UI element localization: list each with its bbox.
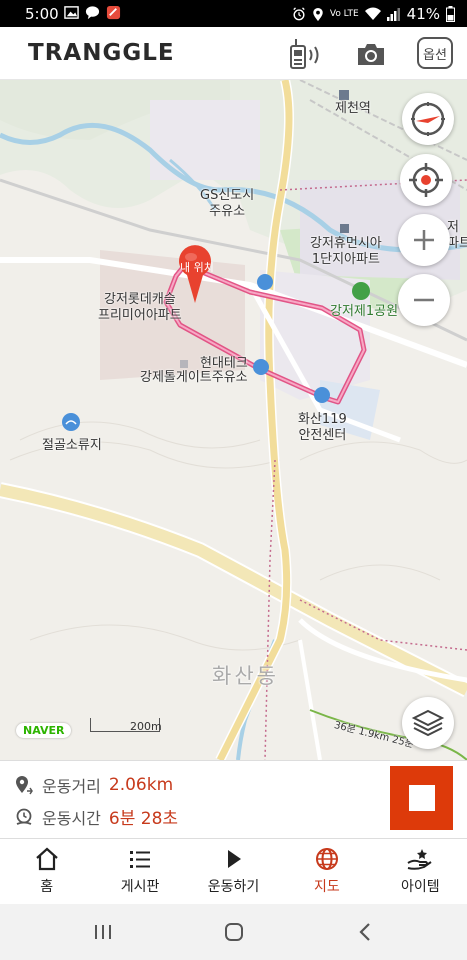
- fire-center-label: 화산119 안전센터: [298, 412, 347, 443]
- distance-value: 2.06km: [108, 775, 174, 795]
- minus-icon: [414, 298, 434, 302]
- zoom-out-button[interactable]: [398, 274, 450, 326]
- track-location-button[interactable]: [400, 154, 452, 206]
- nav-home-label: 홈: [40, 879, 54, 895]
- globe-icon: [315, 848, 338, 870]
- zoom-in-button[interactable]: [398, 214, 450, 266]
- home-circle-icon: [225, 923, 243, 941]
- lotte-apt-label: 강저롯데캐슬 프리미어아파트: [98, 292, 182, 323]
- system-navigation-bar: [0, 904, 467, 960]
- target-location-icon: [409, 163, 443, 197]
- nav-board-label: 게시판: [120, 879, 160, 895]
- battery-percent: 41%: [406, 5, 440, 23]
- map-view[interactable]: 내 위치 제천역 GS신도시 주유소 강저휴먼시아 1단지아파트 강저제1공원 …: [0, 80, 467, 760]
- time-value: 6분 28초: [108, 809, 179, 829]
- home-icon: [35, 847, 58, 871]
- recent-apps-button[interactable]: [91, 920, 115, 944]
- back-button[interactable]: [353, 920, 377, 944]
- camera-icon: [358, 44, 384, 65]
- nav-exercise[interactable]: 운동하기: [187, 839, 280, 904]
- status-right: Vo LTE 41%: [292, 5, 455, 23]
- timer-icon: [16, 808, 32, 825]
- list-icon: [130, 851, 151, 868]
- volte-indicator: Vo LTE: [329, 9, 359, 19]
- nav-board[interactable]: 게시판: [93, 839, 186, 904]
- app-header: TRANGGLE 옵션: [0, 27, 467, 80]
- play-icon: [227, 850, 241, 868]
- wifi-icon: [364, 7, 381, 20]
- recent-apps-icon: [95, 925, 111, 939]
- nav-items-label: 아이템: [401, 879, 440, 895]
- compass-icon: [411, 102, 445, 136]
- battery-icon: [446, 6, 455, 22]
- map-base: [0, 80, 467, 760]
- distance-label: 운동거리: [42, 777, 101, 796]
- jecheon-station-label: 제천역: [335, 101, 371, 116]
- notification-icons: [64, 5, 121, 20]
- time-row: 운동시간 6분 28초: [14, 804, 178, 829]
- nav-map-label: 지도: [314, 879, 340, 895]
- plus-icon: [414, 230, 434, 250]
- toll-gas-station-label: 강제톨게이트주유소: [140, 370, 248, 385]
- layers-icon: [411, 709, 445, 737]
- home-system-button[interactable]: [222, 920, 246, 944]
- options-button[interactable]: 옵션: [417, 37, 453, 69]
- distance-row: 운동거리 2.06km: [14, 773, 173, 797]
- alarm-icon: [293, 7, 305, 21]
- edge-apt-label: 저 파트: [447, 220, 467, 251]
- distance-pin-icon: [16, 776, 33, 795]
- my-location-label: 내 위치: [180, 261, 214, 274]
- walkie-talkie-icon: [290, 39, 319, 69]
- gangjeo-park-label: 강저제1공원: [330, 304, 399, 319]
- bottom-navigation: 홈 게시판 운동하기 지도 아이템: [0, 838, 467, 904]
- nav-items[interactable]: 아이템: [374, 839, 467, 904]
- gangjeo-apt-label: 강저휴먼시아 1단지아파트: [310, 236, 382, 267]
- message-icon: [85, 6, 100, 20]
- nav-home[interactable]: 홈: [0, 839, 93, 904]
- gallery-icon: [64, 6, 79, 19]
- exercise-stats-panel: 운동거리 2.06km 운동시간 6분 28초: [0, 760, 467, 838]
- location-icon: [313, 7, 323, 21]
- nav-exercise-label: 운동하기: [207, 879, 260, 895]
- item-hand-icon: [407, 849, 432, 870]
- scale-label: 200m: [130, 720, 162, 733]
- stop-icon: [408, 785, 435, 811]
- hwasan-dong-label: 화산동: [212, 664, 279, 688]
- app-notification-icon: [106, 5, 121, 20]
- back-icon: [359, 923, 370, 941]
- tranggle-logo: TRANGGLE: [28, 40, 175, 66]
- status-bar: 5:00 Vo LTE 41%: [0, 0, 467, 27]
- naver-logo: NAVER: [16, 723, 72, 738]
- nav-map[interactable]: 지도: [280, 839, 373, 904]
- compass-button[interactable]: [402, 93, 454, 145]
- stop-exercise-button[interactable]: [390, 766, 453, 830]
- status-time: 5:00: [25, 5, 59, 23]
- gs-station-label: GS신도시 주유소: [200, 188, 255, 219]
- reservoir-label: 절골소류지: [42, 438, 102, 453]
- camera-button[interactable]: [353, 37, 389, 71]
- walkie-talkie-button[interactable]: [286, 37, 326, 71]
- time-label: 운동시간: [42, 808, 101, 828]
- map-layers-button[interactable]: [402, 697, 454, 749]
- signal-icon: [386, 8, 400, 21]
